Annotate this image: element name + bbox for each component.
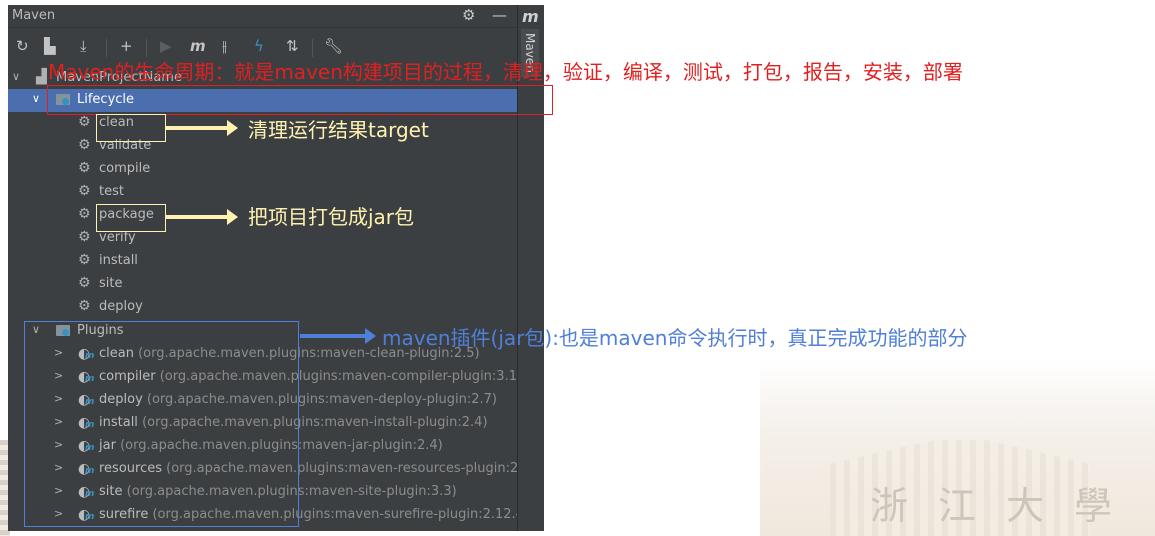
gear-icon: ⚙: [78, 160, 91, 176]
lifecycle-goal-label: site: [99, 276, 123, 291]
generate-sources-icon[interactable]: ▙: [44, 37, 56, 55]
toggle-offline-icon[interactable]: ⫲: [222, 37, 227, 55]
lifecycle-item-deploy[interactable]: ⚙ deploy: [8, 296, 517, 319]
tool-window-title: Maven: [12, 8, 56, 23]
minimize-icon[interactable]: —: [492, 6, 507, 24]
gear-icon: ⚙: [78, 137, 91, 153]
background-watermark: 浙江大學: [760, 360, 1155, 536]
package-arrow-icon: [166, 209, 238, 225]
lifecycle-item-install[interactable]: ⚙ install: [8, 250, 517, 273]
lifecycle-goal-label: test: [99, 184, 124, 199]
lifecycle-goal-label: install: [99, 253, 138, 268]
gear-icon: ⚙: [78, 252, 91, 268]
refresh-icon[interactable]: ↻: [16, 37, 29, 55]
lifecycle-goal-label: verify: [99, 230, 136, 245]
package-highlight-box: [96, 204, 166, 232]
collapse-icon[interactable]: ⇅: [286, 37, 299, 55]
maven-logo: m: [522, 7, 539, 26]
maven-project-icon: ▟: [36, 69, 47, 85]
lifecycle-item-site[interactable]: ⚙ site: [8, 273, 517, 296]
calligraphy-watermark: 浙江大學: [870, 484, 1143, 528]
settings-wrench-icon[interactable]: 🔧︎: [324, 37, 343, 55]
toolbar-separator: [312, 39, 313, 57]
gear-icon: ⚙: [78, 206, 91, 222]
tool-window-titlebar: Maven ⚙ —: [8, 5, 517, 28]
toolbar-separator: [146, 39, 147, 57]
chevron-down-icon[interactable]: ∨: [12, 70, 20, 83]
plugins-arrow-icon: [300, 328, 376, 344]
clean-annotation: 清理运行结果target: [248, 118, 429, 142]
gear-icon: ⚙: [78, 229, 91, 245]
lifecycle-goal-label: compile: [99, 161, 151, 176]
chevron-down-icon[interactable]: ∨: [32, 92, 40, 105]
lifecycle-item-compile[interactable]: ⚙ compile: [8, 158, 517, 181]
toolbar-separator: [106, 39, 107, 57]
plugins-annotation: maven插件(jar包):也是maven命令执行时，真正完成功能的部分: [382, 326, 968, 350]
gear-icon: ⚙: [78, 275, 91, 291]
lifecycle-highlight-box: [47, 85, 553, 115]
lifecycle-item-verify[interactable]: ⚙ verify: [8, 227, 517, 250]
download-icon[interactable]: ⤓: [80, 37, 87, 55]
run-icon[interactable]: ▶: [160, 37, 172, 55]
gear-icon: ⚙: [78, 114, 91, 130]
add-icon[interactable]: +: [120, 37, 133, 55]
clean-highlight-box: [96, 114, 166, 142]
package-annotation: 把项目打包成jar包: [248, 205, 415, 229]
gear-icon[interactable]: ⚙: [462, 6, 475, 24]
lifecycle-goal-label: deploy: [99, 299, 143, 314]
execute-goal-icon[interactable]: m: [190, 37, 206, 55]
skip-tests-icon[interactable]: ϟ: [254, 37, 264, 55]
gear-icon: ⚙: [78, 298, 91, 314]
gear-icon: ⚙: [78, 183, 91, 199]
lifecycle-annotation: Maven的生命周期：就是maven构建项目的过程，清理，验证，编译，测试，打包…: [48, 60, 963, 84]
clean-arrow-icon: [166, 120, 238, 136]
plugins-highlight-box: [24, 321, 299, 527]
